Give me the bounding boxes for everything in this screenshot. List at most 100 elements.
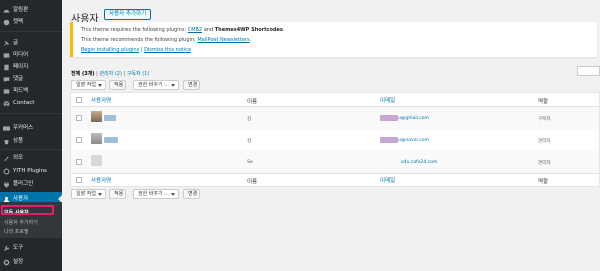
- button-label: 적용: [114, 191, 124, 197]
- column-email[interactable]: 이메일: [380, 96, 395, 104]
- submenu-profile[interactable]: 나의 프로필: [4, 228, 29, 235]
- redacted-username: [104, 115, 116, 121]
- jetpack-icon: [3, 19, 10, 26]
- apply-button-top[interactable]: 적용: [109, 80, 126, 90]
- menu-label: 댓글: [13, 76, 24, 82]
- select-value: 권한 바꾸기 ...: [138, 191, 169, 197]
- dropdown-arrow-icon: [98, 193, 102, 196]
- menu-tools[interactable]: 도구: [0, 242, 62, 254]
- filter-admin[interactable]: 관리자 (2): [99, 71, 121, 77]
- plugin-link-mailpoet[interactable]: MailPoet Newsletters: [197, 37, 249, 43]
- footer-column-role: 역할: [538, 179, 549, 185]
- plugin-notice: This theme requires the following plugin…: [70, 22, 597, 57]
- menu-label: Contact: [13, 100, 35, 106]
- role-change-select-top[interactable]: 권한 바꾸기 ...: [133, 80, 179, 90]
- select-value: 권한 바꾸기 ...: [138, 82, 169, 88]
- contact-icon: [3, 100, 10, 107]
- menu-comments[interactable]: 댓글: [0, 73, 62, 85]
- menu-separator: [0, 31, 62, 32]
- user-role: 구독자: [538, 117, 551, 122]
- notice-text: and: [202, 27, 215, 33]
- menu-woocommerce[interactable]: 우커머스: [0, 122, 62, 134]
- products-icon: [3, 138, 10, 145]
- page-icon: [3, 64, 10, 71]
- column-username[interactable]: 사용자명: [91, 96, 111, 104]
- button-label: 변경: [188, 82, 198, 88]
- menu-label: 미디어: [13, 52, 29, 58]
- footer-column-name: 이름: [247, 179, 258, 185]
- avatar: [91, 155, 102, 166]
- menu-label: 도구: [13, 245, 24, 251]
- menu-yith[interactable]: YITH Plugins: [0, 165, 62, 177]
- user-email[interactable]: o4u.cafe24.com: [401, 160, 437, 165]
- menu-contact[interactable]: Contact: [0, 97, 62, 109]
- footer-column-username[interactable]: 사용자명: [91, 176, 111, 184]
- menu-jetpack[interactable]: 젯팩: [0, 16, 62, 28]
- footer-column-email[interactable]: 이메일: [380, 176, 395, 184]
- plugin-link-cmb2[interactable]: CMB2: [188, 27, 202, 33]
- row-checkbox[interactable]: [76, 159, 82, 165]
- menu-pages[interactable]: 페이지: [0, 61, 62, 73]
- column-name: 이름: [247, 99, 258, 105]
- plugins-icon: [3, 181, 10, 188]
- dropdown-arrow-icon: [98, 84, 102, 87]
- select-all-checkbox[interactable]: [76, 97, 82, 103]
- change-button-top[interactable]: 변경: [183, 80, 200, 90]
- menu-plugins[interactable]: 플러그인: [0, 178, 62, 190]
- notice-text: .: [282, 27, 285, 33]
- submenu-add-user[interactable]: 사용자 추가하기: [4, 219, 38, 226]
- notice-line-required: This theme requires the following plugin…: [81, 27, 284, 33]
- plugin-name-shortcodes: Themes4WP Shortcodes: [214, 27, 283, 33]
- dismiss-notice-link[interactable]: Dismiss this notice: [144, 47, 191, 53]
- menu-posts[interactable]: 글: [0, 37, 62, 49]
- change-button-bottom[interactable]: 변경: [183, 189, 200, 199]
- user-email[interactable]: u@naver.com: [398, 138, 429, 143]
- menu-label: 글: [13, 40, 19, 46]
- footer-divider: [71, 173, 599, 174]
- menu-label: 설정: [13, 259, 24, 265]
- menu-label: 플러그인: [13, 181, 34, 187]
- menu-settings[interactable]: 설정: [0, 256, 62, 268]
- menu-separator: [0, 113, 62, 114]
- filter-all[interactable]: 전체 (3개): [71, 71, 95, 77]
- row-checkbox[interactable]: [76, 137, 82, 143]
- menu-label: YITH Plugins: [13, 168, 47, 174]
- menu-media[interactable]: 미디어: [0, 49, 62, 61]
- dropdown-arrow-icon: [171, 193, 175, 196]
- filter-subscriber[interactable]: 구독자 (1): [127, 71, 149, 77]
- user-role: 관리자: [538, 139, 551, 144]
- table-row: 김 u@gmail.com 구독자: [71, 107, 599, 129]
- notice-text: This theme requires the following plugin…: [81, 27, 188, 33]
- dropdown-arrow-icon: [171, 84, 175, 87]
- user-name: 김: [247, 117, 252, 122]
- table-row: Se o4u.cafe24.com 관리자: [71, 151, 599, 173]
- bulk-action-select-top[interactable]: 일괄 작업: [71, 80, 106, 90]
- notice-text: This theme recommends the following plug…: [81, 37, 198, 43]
- notice-actions: Begin installing plugins | Dismiss this …: [81, 47, 191, 53]
- comment-icon: [3, 76, 10, 83]
- notice-text: .: [249, 37, 252, 43]
- highlight-box: [1, 205, 54, 215]
- settings-icon: [3, 259, 10, 266]
- user-name: Se: [247, 160, 253, 165]
- menu-appearance[interactable]: 외모: [0, 152, 62, 164]
- menu-dashboard[interactable]: 알림판: [0, 4, 62, 16]
- row-checkbox[interactable]: [76, 115, 82, 121]
- menu-label: 상품: [13, 138, 24, 144]
- user-email[interactable]: u@gmail.com: [398, 116, 429, 121]
- button-label: 적용: [114, 82, 124, 88]
- search-input[interactable]: [577, 66, 600, 76]
- dashboard-icon: [3, 7, 10, 14]
- begin-installing-link[interactable]: Begin installing plugins: [81, 47, 139, 53]
- add-new-button[interactable]: 사용자 추가하기: [104, 9, 152, 20]
- select-all-checkbox-footer[interactable]: [76, 177, 82, 183]
- menu-products[interactable]: 상품: [0, 135, 62, 147]
- apply-button-bottom[interactable]: 적용: [109, 189, 126, 199]
- bulk-action-select-bottom[interactable]: 일괄 작업: [71, 189, 106, 199]
- appearance-icon: [3, 155, 10, 162]
- role-filters: 전체 (3개) | 관리자 (2) | 구독자 (1): [71, 70, 149, 77]
- redacted-email: [380, 115, 398, 121]
- menu-label: 피드백: [13, 88, 29, 94]
- role-change-select-bottom[interactable]: 권한 바꾸기 ...: [133, 189, 179, 199]
- menu-feedback[interactable]: 피드백: [0, 85, 62, 97]
